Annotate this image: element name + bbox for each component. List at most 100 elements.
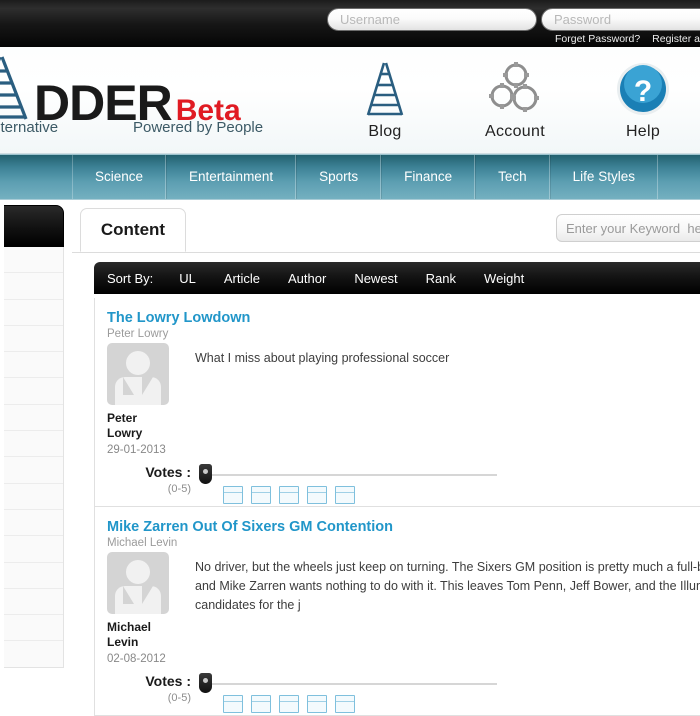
register-link[interactable]: Register a <box>652 33 700 45</box>
vote-box-group <box>223 695 355 713</box>
list-item[interactable] <box>0 510 63 536</box>
list-item[interactable] <box>0 326 63 352</box>
article-excerpt-line: No driver, but the wheels just keep on t… <box>195 558 700 577</box>
sidebar-header <box>0 205 64 247</box>
vote-box[interactable] <box>251 486 271 504</box>
votes-label: Votes : <box>119 462 191 482</box>
list-item-count[interactable]: 21) <box>0 457 63 483</box>
ladder-logo-icon <box>0 55 32 124</box>
vote-box[interactable] <box>223 695 243 713</box>
sort-option-author[interactable]: Author <box>274 271 340 286</box>
votes-row: Votes : (0-5) <box>119 671 699 705</box>
avatar-head <box>126 351 150 375</box>
votes-slider[interactable] <box>197 671 527 675</box>
list-item[interactable] <box>0 431 63 457</box>
category-entertainment[interactable]: Entertainment <box>166 155 296 199</box>
votes-range: (0-5) <box>119 482 191 496</box>
votes-row: Votes : (0-5) <box>119 462 699 496</box>
article-date: 02-08-2012 <box>107 653 185 665</box>
category-nav: Science Entertainment Sports Finance Tec… <box>0 154 700 200</box>
page-left-margin <box>0 200 4 668</box>
list-item[interactable] <box>0 589 63 615</box>
list-item[interactable] <box>0 484 63 510</box>
avatar-lapel-right <box>142 586 153 604</box>
list-item[interactable] <box>0 300 63 326</box>
tagline-row: ch Alternative Powered by People <box>0 119 268 136</box>
slider-handle[interactable] <box>199 673 212 693</box>
list-item[interactable] <box>0 273 63 299</box>
site-header: DDER Beta ch Alternative Powered by Peop… <box>0 47 700 154</box>
article-body-row: Michael Levin 02-08-2012 No driver, but … <box>107 552 699 665</box>
slider-track[interactable] <box>207 474 497 476</box>
avatar <box>107 552 169 614</box>
content-panel: Content Sort By: UL Article Author Newes… <box>72 204 700 668</box>
list-item[interactable] <box>0 615 63 641</box>
vote-box[interactable] <box>279 486 299 504</box>
vote-box[interactable] <box>307 695 327 713</box>
list-item[interactable] <box>0 536 63 562</box>
header-nav-help-label: Help <box>583 123 700 141</box>
vote-box[interactable] <box>335 695 355 713</box>
article-date: 29-01-2013 <box>107 444 185 456</box>
list-item[interactable] <box>0 378 63 404</box>
list-item[interactable] <box>0 405 63 431</box>
header-nav-account[interactable]: Account <box>455 59 575 141</box>
article-author-block: Peter Lowry 29-01-2013 <box>107 343 185 456</box>
top-login-bar: Forget Password? Register a <box>0 0 700 48</box>
avatar-head <box>126 560 150 584</box>
sort-option-article[interactable]: Article <box>210 271 274 286</box>
header-nav-blog[interactable]: Blog <box>325 59 445 141</box>
tagline-left: ch Alternative <box>0 119 133 136</box>
sort-option-rank[interactable]: Rank <box>412 271 470 286</box>
password-input[interactable] <box>541 8 700 31</box>
avatar-tie <box>136 592 141 614</box>
article-excerpt: No driver, but the wheels just keep on t… <box>185 552 700 665</box>
sort-option-weight[interactable]: Weight <box>470 271 538 286</box>
header-nav-help[interactable]: ? Help <box>583 59 700 141</box>
sort-option-ul[interactable]: UL <box>165 271 210 286</box>
search-input[interactable] <box>556 214 700 242</box>
category-tech[interactable]: Tech <box>475 155 550 199</box>
sort-option-newest[interactable]: Newest <box>340 271 411 286</box>
avatar-lapel-right <box>142 377 153 395</box>
login-fields <box>327 8 700 31</box>
ladder-icon <box>325 59 445 117</box>
article-excerpt: What I miss about playing professional s… <box>185 343 699 456</box>
category-science[interactable]: Science <box>72 155 166 199</box>
tab-strip: Content <box>72 204 700 253</box>
sidebar-list: 21) 6) <box>0 247 64 668</box>
article-excerpt-line: and Mike Zarren wants nothing to do with… <box>195 577 700 596</box>
list-item[interactable] <box>0 641 63 667</box>
vote-box[interactable] <box>335 486 355 504</box>
article-title[interactable]: The Lowry Lowdown <box>107 310 699 326</box>
category-life-styles[interactable]: Life Styles <box>550 155 658 199</box>
forget-password-link[interactable]: Forget Password? <box>555 33 640 45</box>
vote-box[interactable] <box>307 486 327 504</box>
tab-content[interactable]: Content <box>80 208 186 252</box>
article-submitter: Michael Levin <box>107 537 699 549</box>
list-item-count[interactable]: 6) <box>0 563 63 589</box>
article-author-block: Michael Levin 02-08-2012 <box>107 552 185 665</box>
votes-label-wrap: Votes : (0-5) <box>119 671 197 705</box>
article-card: Mike Zarren Out Of Sixers GM Contention … <box>94 507 700 716</box>
tagline-right: Powered by People <box>133 119 263 136</box>
list-item[interactable] <box>0 247 63 273</box>
article-title[interactable]: Mike Zarren Out Of Sixers GM Contention <box>107 519 699 535</box>
article-list: The Lowry Lowdown Vo Peter Lowry Peter L… <box>94 298 700 716</box>
username-input[interactable] <box>327 8 537 31</box>
votes-slider[interactable] <box>197 462 527 466</box>
site-logo[interactable]: DDER Beta <box>0 55 241 128</box>
question-mark-icon: ? <box>583 59 700 117</box>
vote-box[interactable] <box>223 486 243 504</box>
list-item[interactable] <box>0 352 63 378</box>
category-sports[interactable]: Sports <box>296 155 381 199</box>
vote-box[interactable] <box>251 695 271 713</box>
article-body-row: Peter Lowry 29-01-2013 What I miss about… <box>107 343 699 456</box>
slider-track[interactable] <box>207 683 497 685</box>
vote-box[interactable] <box>279 695 299 713</box>
article-card: The Lowry Lowdown Vo Peter Lowry Peter L… <box>94 298 700 507</box>
topbar-links: Forget Password? Register a <box>546 33 700 45</box>
category-finance[interactable]: Finance <box>381 155 475 199</box>
article-author: Peter Lowry <box>107 411 171 441</box>
slider-handle[interactable] <box>199 464 212 484</box>
